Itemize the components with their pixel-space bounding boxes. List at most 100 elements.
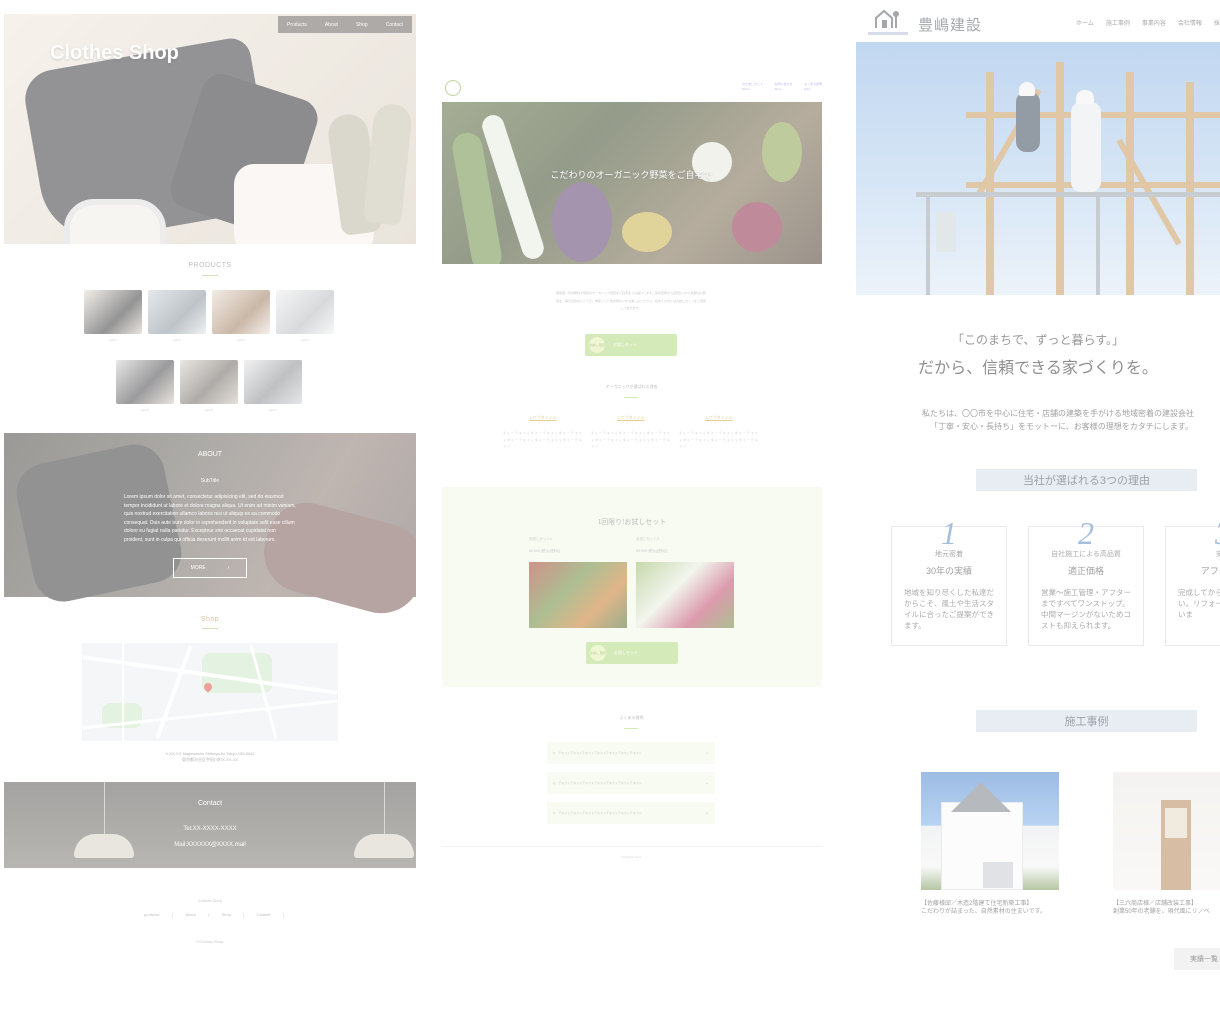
reason-text: 営業〜施工管理・アフターまですべてワンストップ。中間マージンがないためコストも抑… <box>1041 588 1131 630</box>
reason-title: 適正価格 <box>1067 566 1104 576</box>
set-name: お試しセット1 <box>529 537 552 541</box>
catch-copy-1: 「このまちで、ずっと暮らす。」 <box>951 333 1125 347</box>
reason-title: アフターフ <box>1200 566 1220 576</box>
divider <box>624 728 638 729</box>
reason-subtitle: 安心 <box>1216 551 1220 558</box>
product-image[interactable] <box>84 290 142 334</box>
reason-number: 1 <box>941 515 957 551</box>
nav-works[interactable]: 施工事例 <box>1106 18 1130 27</box>
nav-business[interactable]: 事業内容 <box>1142 18 1166 27</box>
products-heading: PRODUCTS <box>188 262 232 269</box>
intro-text: 無農薬・化学肥料不使用のオーガニック野菜をご自宅までお届けします。契約農家から直… <box>556 291 707 310</box>
case-caption: 【三六商店様／店舗改装工事】 創業50年の老舗を、現代風にリノベ <box>1113 901 1210 915</box>
nav-contact[interactable]: お問い合わせ Shop <box>774 82 792 92</box>
organic-shop-preview: おためしセット Show お問い合わせ Shop よくある質問 Q&A こだわりのオー… <box>441 0 822 1016</box>
footer-divider <box>441 846 822 847</box>
nav-company[interactable]: 会社情報 <box>1178 18 1202 27</box>
address-line-jp: 東京都渋谷区宇田川町X-XX-XX <box>181 757 238 762</box>
product-label: item7 <box>269 408 277 412</box>
trial-set-button[interactable]: お試し 限定 お試しセット <box>586 642 678 664</box>
shop-map[interactable] <box>82 643 338 741</box>
address-line: X-XX-XX Magewacho Shibuya-ku Tokyo 150-0… <box>165 751 255 756</box>
case-image[interactable] <box>921 772 1059 890</box>
reason-card: 3 安心 アフターフ 完成してからもお付き合い。リフォームなど寄り添いま <box>1165 515 1220 646</box>
product-image[interactable] <box>244 360 302 404</box>
product-image[interactable] <box>116 360 174 404</box>
footer-link-contact[interactable]: Contact <box>257 912 271 917</box>
nav-contact[interactable]: Contact <box>386 22 403 28</box>
logo-underline <box>868 32 908 35</box>
clothes-shop-preview: Clothes Shop Products About Shop Contact… <box>4 0 416 1016</box>
top-nav: ホーム 施工事例 事業内容 会社情報 採用 <box>1076 18 1220 27</box>
about-subtitle: SubTitle <box>200 478 220 484</box>
company-logo[interactable]: 豊嶋建設 <box>918 14 982 35</box>
product-label: item2 <box>173 338 181 342</box>
cases-heading: 施工事例 <box>976 710 1197 732</box>
about-section: ABOUT SubTitle Lorem ipsum dolor sit ame… <box>4 433 416 623</box>
subtitle-2-text: ダミーテキストダミーテキストダミーテキストダミーテキストダミーテキストダミーテキ… <box>591 431 671 448</box>
case-image[interactable] <box>1113 772 1220 890</box>
product-image[interactable] <box>148 290 206 334</box>
trial-heading: 1回限り!お試しセット <box>597 518 667 526</box>
contact-heading: Contact <box>197 800 223 807</box>
top-nav: Products About Shop Contact <box>278 16 412 33</box>
nav-recruit[interactable]: 採用 <box>1214 18 1220 27</box>
nav-shop[interactable]: Shop <box>356 22 368 28</box>
reason-title: 30年の実績 <box>925 566 972 576</box>
nav-trial-set[interactable]: おためしセット Show <box>742 82 763 92</box>
footer-link-shop[interactable]: Shop <box>222 912 231 917</box>
reason-number: 2 <box>1078 515 1094 551</box>
trial-badge: お試し 限定 <box>589 337 605 353</box>
catch-copy-2: だから、信頼できる家づくりを。 <box>918 360 1158 377</box>
trial-badge: お試し 限定 <box>590 645 606 661</box>
footer-copyright: ©Clothes Shop <box>196 939 224 944</box>
nav-home[interactable]: ホーム <box>1076 18 1094 27</box>
arrow-right-icon: › <box>227 565 230 571</box>
product-image[interactable] <box>276 290 334 334</box>
product-label: item6 <box>205 408 213 412</box>
chevron-down-icon: ⌄ <box>704 750 709 756</box>
reason-text: 完成してからもお付き合い。リフォームなど寄り添いま <box>1178 588 1220 619</box>
faq-item[interactable]: Q テキストテキストテキストテキストテキストテキストテキスト ⌄ <box>547 742 715 764</box>
footer-nav: products | About | Shop | Contact | <box>144 912 284 917</box>
footer-link-products[interactable]: products <box>144 912 159 917</box>
reasons-heading: オーガニックが選ばれる理由 <box>605 384 658 389</box>
shop-heading: Shop <box>200 616 220 623</box>
product-image[interactable] <box>212 290 270 334</box>
hero-image <box>856 42 1220 295</box>
view-all-cases-button[interactable]: 実績一覧 <box>1174 948 1220 970</box>
subtitle-3: 3.サブタイトル <box>705 415 733 420</box>
top-nav: おためしセット Show お問い合わせ Shop よくある質問 Q&A <box>742 82 822 92</box>
set-1-image[interactable] <box>529 562 627 628</box>
reason-number: 3 <box>1166 515 1220 552</box>
chevron-down-icon: ⌄ <box>704 810 709 816</box>
set-2-image[interactable] <box>636 562 734 628</box>
product-label: Item1 <box>109 338 117 342</box>
subtitle-3-text: ダミーテキストダミーテキストダミーテキストダミーテキストダミーテキストダミーテキ… <box>679 431 759 448</box>
contact-mail: Mail:XXXXXX@XXXX.mail <box>174 842 246 848</box>
nav-faq[interactable]: よくある質問 Q&A <box>804 82 822 92</box>
reason-text: 地域を知り尽くした私達だからこそ、風土や生活スタイルに合ったご提案ができます。 <box>904 588 994 630</box>
contact-section: Contact Tel:XX-XXXX-XXXX Mail:XXXXXX@XXX… <box>4 782 416 868</box>
product-image[interactable] <box>180 360 238 404</box>
nav-products[interactable]: Products <box>287 22 307 28</box>
more-button[interactable]: MORE › <box>173 558 247 578</box>
hero-image <box>442 102 822 264</box>
product-label: item3 <box>237 338 245 342</box>
intro-text: 私たちは、〇〇市を中心に住宅・店舗の建築を手がける地域密着の建設会社 「丁寧・安… <box>922 409 1194 431</box>
divider <box>202 275 218 276</box>
faq-item[interactable]: Q テキストテキストテキストテキストテキストテキストテキスト ⌄ <box>547 802 715 824</box>
faq-item[interactable]: Q テキストテキストテキストテキストテキストテキストテキスト ⌄ <box>547 772 715 794</box>
about-text: Lorem ipsum dolor sit amet, consectetur … <box>124 494 296 543</box>
reason-card: 1 地元密着 30年の実績 地域を知り尽くした私達だからこそ、風土や生活スタイル… <box>891 515 1007 646</box>
reason-card: 2 自社施工による高品質 適正価格 営業〜施工管理・アフターまですべてワンストッ… <box>1028 515 1144 646</box>
more-label: MORE <box>190 565 206 571</box>
set-name: お試しセット2 <box>636 537 659 541</box>
nav-about[interactable]: About <box>325 22 338 28</box>
hero-title: Clothes Shop <box>50 42 179 64</box>
set-price: ¥2,000 (税込)送料込 <box>529 549 561 553</box>
trial-set-button[interactable]: お試し 限定 お試しセット <box>585 334 677 356</box>
footer-link-about[interactable]: About <box>185 912 195 917</box>
hero-title: こだわりのオーガニック野菜をご自宅で <box>550 170 713 180</box>
trial-set-label: お試しセット <box>613 342 637 347</box>
